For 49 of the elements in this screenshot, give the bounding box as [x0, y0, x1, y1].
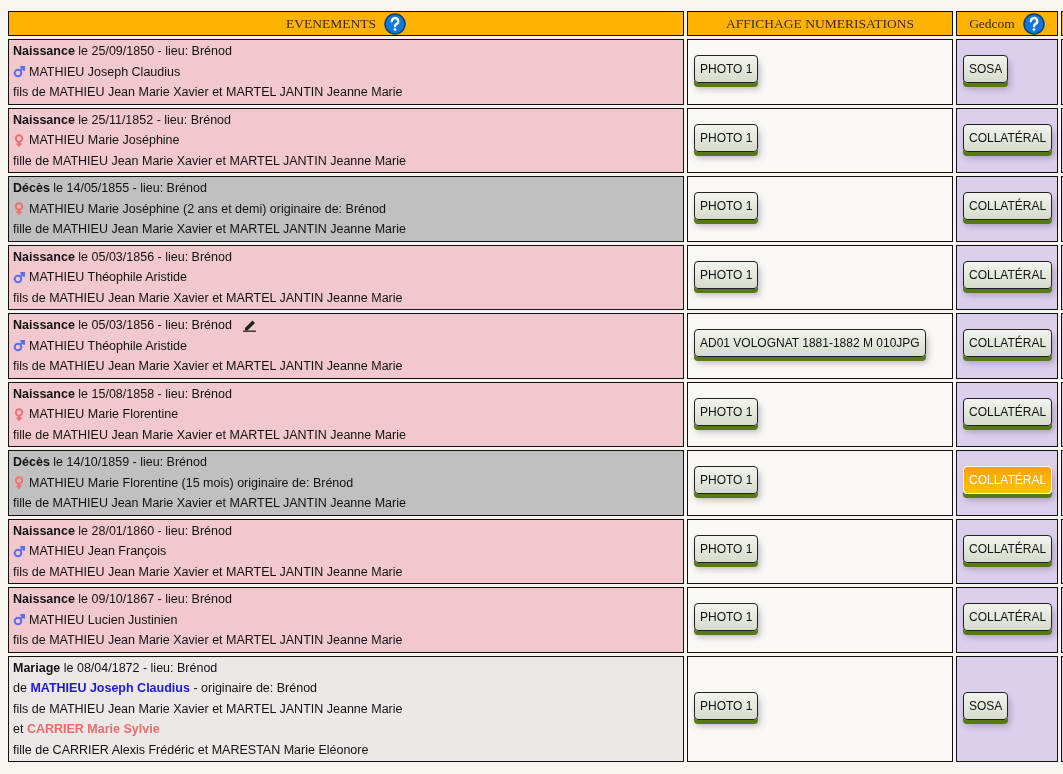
help-icon[interactable] [1022, 12, 1045, 35]
photo-button[interactable]: PHOTO 1 [694, 192, 759, 221]
event-text: MATHIEU Théophile Aristide [29, 338, 187, 353]
event-text: Mariage le 08/04/1872 - lieu: Brénod [13, 660, 218, 675]
event-text: Décès le 14/05/1855 - lieu: Brénod [13, 181, 207, 196]
event-text: MATHIEU Joseph Claudius [29, 64, 181, 79]
event-text: fils de MATHIEU Jean Marie Xavier et MARTEL JANTIN Jeanne Marie [13, 359, 403, 374]
event-text: Naissance le 05/03/1856 - lieu: Brénod [13, 249, 232, 264]
event-text: fille de MATHIEU Jean Marie Xavier et MARTEL JANTIN Jeanne Marie [13, 427, 406, 442]
gedcom-button[interactable]: SOSA [963, 692, 1009, 721]
event-text: fille de MATHIEU Jean Marie Xavier et MARTEL JANTIN Jeanne Marie [13, 153, 406, 168]
column-header: EVENEMENTS [286, 15, 376, 32]
event-text: fille de CARRIER Alexis Frédéric et MARESTAN Marie Eléonore [13, 742, 369, 757]
help-icon[interactable] [384, 12, 406, 35]
event-text: fille de MATHIEU Jean Marie Xavier et MARTEL JANTIN Jeanne Marie [13, 496, 406, 511]
event-text: de MATHIEU Joseph Claudius - originaire de: Brénod [13, 681, 318, 696]
column-header: Gedcom [969, 15, 1015, 32]
event-text: MATHIEU Jean François [29, 544, 167, 559]
gedcom-button[interactable]: COLLATÉRAL [963, 192, 1053, 221]
event-text: MATHIEU Marie Florentine [29, 407, 179, 422]
event-text: fille de MATHIEU Jean Marie Xavier et MARTEL JANTIN Jeanne Marie [13, 222, 406, 237]
event-text: Naissance le 15/08/1858 - lieu: Brénod [13, 386, 232, 401]
event-text: Décès le 14/10/1859 - lieu: Brénod [13, 455, 207, 470]
photo-button[interactable]: PHOTO 1 [694, 55, 759, 84]
event-text: Naissance le 28/01/1860 - lieu: Brénod [13, 523, 232, 538]
event-text: fils de MATHIEU Jean Marie Xavier et MARTEL JANTIN Jeanne Marie [13, 564, 403, 579]
gedcom-button[interactable]: COLLATÉRAL [963, 329, 1053, 358]
event-text: fils de MATHIEU Jean Marie Xavier et MARTEL JANTIN Jeanne Marie [13, 633, 403, 648]
event-text: MATHIEU Marie Joséphine (2 ans et demi) originaire de: Brénod [29, 201, 386, 216]
event-text: Naissance le 05/03/1856 - lieu: Brénod [13, 318, 232, 333]
event-text: MATHIEU Marie Florentine (15 mois) originaire de: Brénod [29, 475, 354, 490]
photo-button[interactable]: AD01 VOLOGNAT 1881-1882 M 010JPG [694, 329, 926, 358]
gedcom-button[interactable]: COLLATÉRAL [963, 603, 1053, 632]
photo-button[interactable]: PHOTO 1 [694, 466, 759, 495]
photo-button[interactable]: PHOTO 1 [694, 692, 759, 721]
event-text: MATHIEU Théophile Aristide [29, 270, 187, 285]
gedcom-button[interactable]: SOSA [963, 55, 1009, 84]
event-text: MATHIEU Lucien Justinien [29, 612, 178, 627]
event-text: Naissance le 09/10/1867 - lieu: Brénod [13, 592, 232, 607]
pen-icon[interactable] [241, 318, 258, 333]
event-text: MATHIEU Marie Joséphine [29, 133, 180, 148]
column-header: AFFICHAGE NUMERISATIONS [726, 15, 914, 31]
event-text: fils de MATHIEU Jean Marie Xavier et MARTEL JANTIN Jeanne Marie [13, 701, 403, 716]
event-text: fils de MATHIEU Jean Marie Xavier et MARTEL JANTIN Jeanne Marie [13, 290, 403, 305]
event-text: et CARRIER Marie Sylvie [13, 722, 160, 737]
event-text: fils de MATHIEU Jean Marie Xavier et MARTEL JANTIN Jeanne Marie [13, 85, 403, 100]
event-text: Naissance le 25/11/1852 - lieu: Brénod [13, 112, 231, 127]
event-text: Naissance le 25/09/1850 - lieu: Brénod [13, 44, 232, 59]
photo-button[interactable]: PHOTO 1 [694, 603, 759, 632]
